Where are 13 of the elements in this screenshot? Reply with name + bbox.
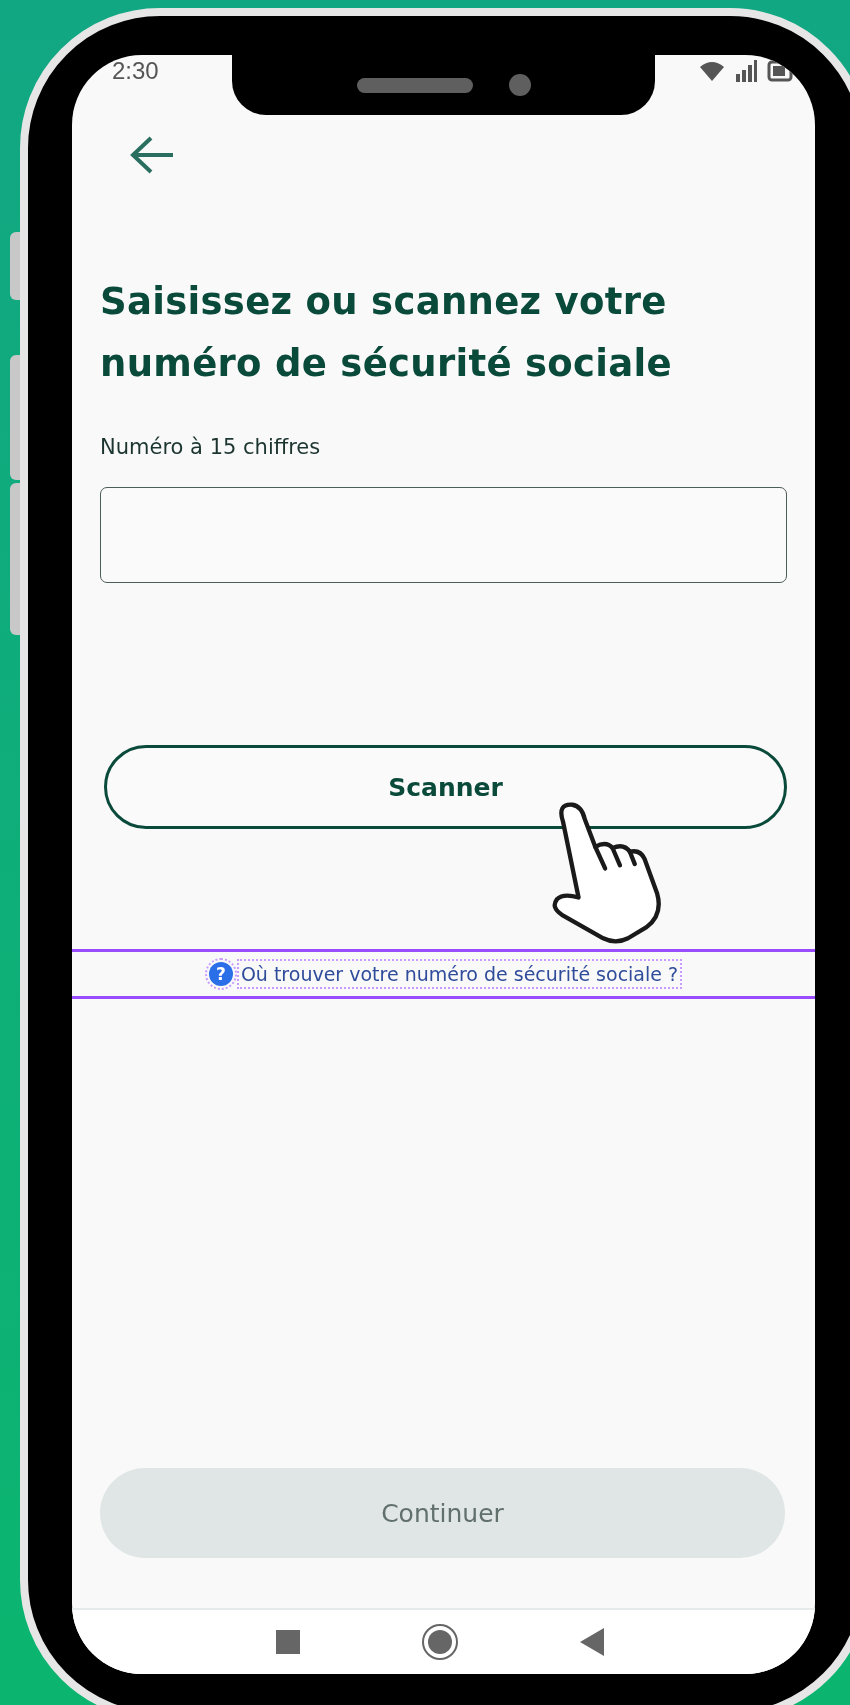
wifi-icon bbox=[699, 60, 725, 82]
camera-dot bbox=[508, 74, 531, 96]
battery-icon bbox=[767, 60, 793, 82]
scan-button[interactable]: Scanner bbox=[104, 745, 787, 829]
help-icon: ? bbox=[208, 962, 233, 986]
signal-icon bbox=[735, 60, 757, 82]
back-button[interactable] bbox=[578, 1627, 605, 1657]
page-title: Saisissez ou scannez votre numéro de sécurité sociale bbox=[100, 279, 673, 387]
status-time: 2:30 bbox=[112, 57, 159, 85]
field-label: Numéro à 15 chiffres bbox=[100, 435, 322, 459]
recent-apps-button[interactable] bbox=[274, 1629, 301, 1655]
home-button[interactable] bbox=[420, 1623, 459, 1661]
number-input-field[interactable] bbox=[100, 487, 787, 583]
